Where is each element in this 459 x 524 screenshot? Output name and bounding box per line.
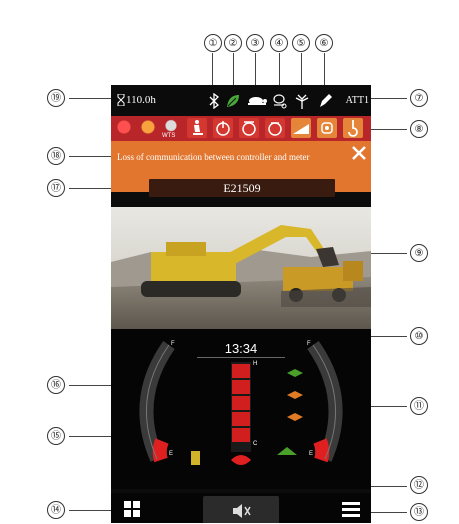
pen-icon <box>320 94 332 107</box>
callout-3: ③ <box>246 34 264 52</box>
temp-high-label: H <box>253 361 258 367</box>
turtle-icon <box>248 97 267 105</box>
hour-meter: 110.0h <box>126 94 156 106</box>
hamburger-icon <box>342 502 360 517</box>
engine-cycle-icon <box>239 118 259 138</box>
callout-18: ⑱ <box>47 147 65 165</box>
callout-17: ⑰ <box>47 179 65 197</box>
hook-icon <box>343 118 363 138</box>
antenna-icon <box>295 94 309 109</box>
monitor-screen: 110.0h ATT1 WTS Loss of communication be… <box>111 85 371 523</box>
grid-icon <box>124 501 140 517</box>
hourglass-icon <box>117 94 125 106</box>
fuel-empty-label: E <box>169 451 174 457</box>
callout-13: ⑬ <box>410 503 428 521</box>
warning-row: WTS <box>111 116 371 141</box>
quickcoupler-icon <box>317 118 337 138</box>
ramp-icon <box>291 118 311 138</box>
error-code: E21509 <box>149 179 335 197</box>
gauges-graphic <box>139 340 343 465</box>
callout-19: ⑲ <box>47 89 65 107</box>
callout-12: ⑫ <box>410 476 428 494</box>
callout-14: ⑭ <box>47 501 65 519</box>
callout-5: ⑤ <box>292 34 310 52</box>
warn-orange-icon <box>138 118 158 138</box>
close-icon[interactable] <box>351 145 367 161</box>
gauge-panel: 13:34 H C F E F E <box>111 329 371 489</box>
menu-grid-button[interactable] <box>122 499 142 519</box>
callout-15: ⑮ <box>47 427 65 445</box>
alert-bar: Loss of communication between controller… <box>111 141 371 197</box>
callout-16: ⑯ <box>47 376 65 394</box>
speaker-mute-icon <box>233 504 251 518</box>
callout-4: ④ <box>270 34 288 52</box>
fuel-full-label: F <box>171 341 175 347</box>
callout-1: ① <box>204 34 222 52</box>
eco-leaf-icon <box>227 95 239 107</box>
rear-camera-view-icon <box>111 207 371 329</box>
status-bar: 110.0h ATT1 <box>111 85 371 116</box>
wts-label: WTS <box>162 133 176 139</box>
attachment-label: ATT1 <box>345 95 369 106</box>
callout-11: ⑪ <box>410 397 428 415</box>
alert-message: Loss of communication between controller… <box>117 152 310 162</box>
list-menu-button[interactable] <box>340 499 362 519</box>
mute-button[interactable] <box>203 496 279 523</box>
callout-7: ⑦ <box>410 89 428 107</box>
right-empty-label: E <box>309 451 314 457</box>
engine-oil-icon <box>273 94 287 109</box>
callout-6: ⑥ <box>315 34 333 52</box>
bluetooth-icon <box>209 93 219 109</box>
wts-icon: WTS <box>161 118 181 139</box>
callout-10: ⑩ <box>410 327 428 345</box>
rear-camera-view <box>111 207 371 329</box>
warn-red-icon <box>114 118 134 138</box>
callout-8: ⑧ <box>410 120 428 138</box>
engine-cycle-2-icon <box>265 118 285 138</box>
callout-9: ⑨ <box>410 244 428 262</box>
seatbelt-icon <box>187 118 207 138</box>
bottom-bar <box>111 493 371 523</box>
callout-2: ② <box>224 34 242 52</box>
temp-low-label: C <box>253 441 258 447</box>
power-icon <box>213 118 233 138</box>
right-full-label: F <box>307 341 311 347</box>
